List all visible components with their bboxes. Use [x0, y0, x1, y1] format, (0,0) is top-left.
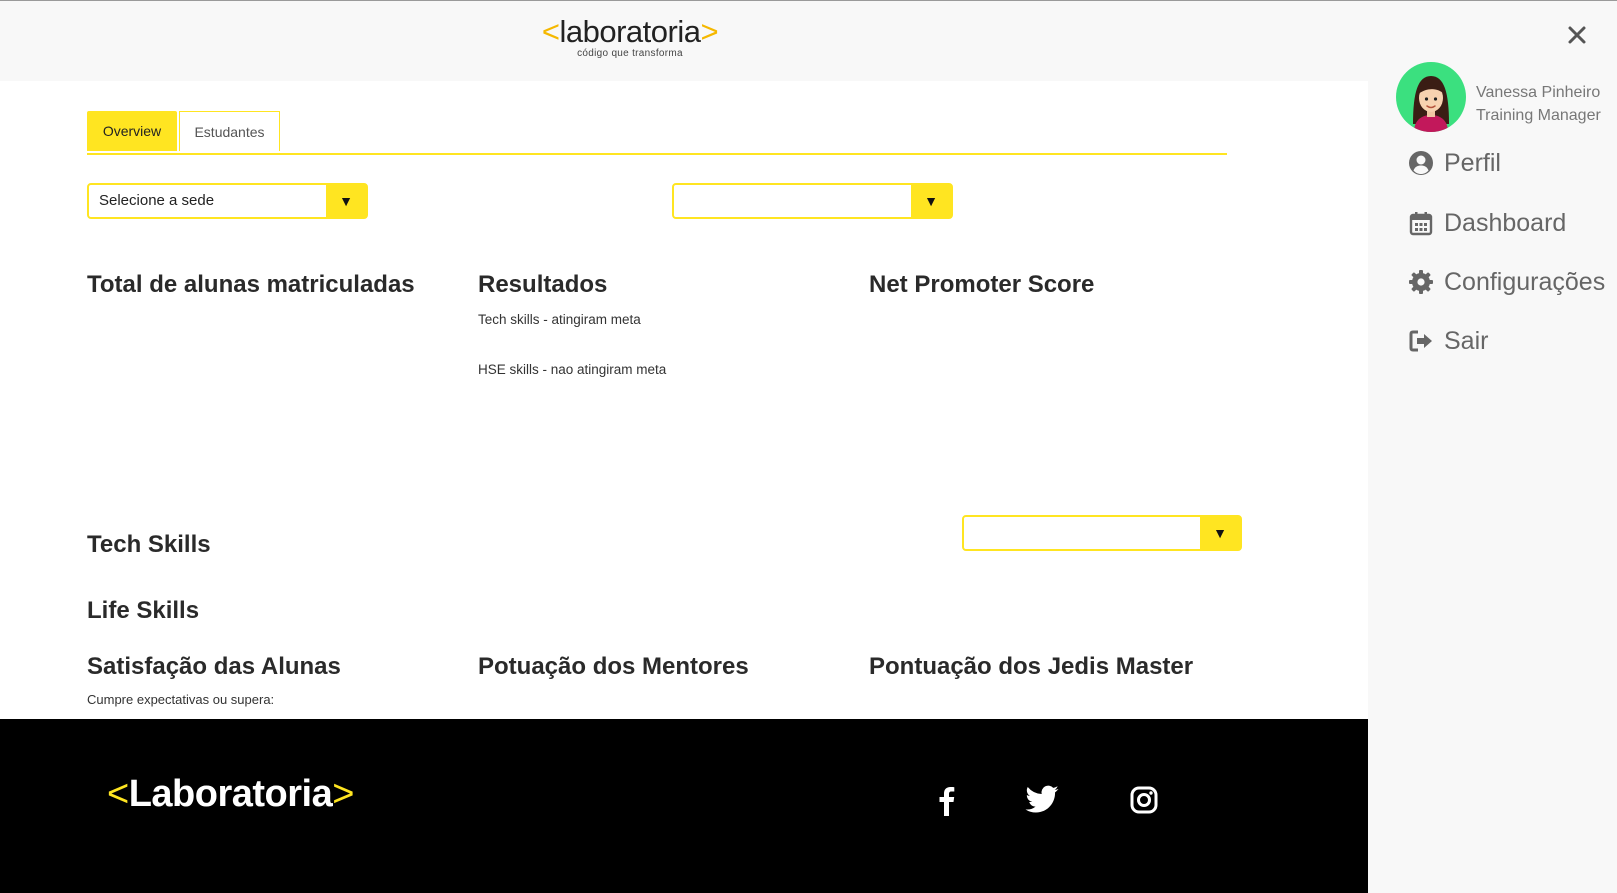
sede-select[interactable]: Selecione a sede ▼: [87, 183, 368, 219]
life-skills-title: Life Skills: [87, 597, 200, 624]
jedis-title: Pontuação dos Jedis Master: [869, 653, 1194, 680]
tab-estudantes[interactable]: Estudantes: [179, 111, 280, 151]
footer-logo[interactable]: <Laboratoria>: [107, 773, 354, 816]
mentores-title: Potuação dos Mentores: [478, 653, 749, 680]
main-content: Overview Estudantes Selecione a sede ▼ ▼…: [0, 81, 1368, 719]
nps-title: Net Promoter Score: [869, 271, 1095, 298]
sprint-select[interactable]: ▼: [962, 515, 1242, 551]
satisfacao-title: Satisfação das Alunas: [87, 653, 341, 680]
twitter-icon[interactable]: [1024, 782, 1060, 818]
menu-item-label: Dashboard: [1444, 209, 1567, 237]
user-name: Vanessa Pinheiro: [1476, 84, 1601, 101]
header-logo[interactable]: <laboratoria> código que transforma: [540, 15, 720, 65]
tab-bar: Overview Estudantes: [87, 111, 1227, 155]
tech-skills-meta-label: Tech skills - atingiram meta: [478, 312, 641, 327]
instagram-icon[interactable]: [1126, 782, 1162, 818]
footer: <Laboratoria>: [0, 719, 1368, 893]
sign-out-icon: [1408, 328, 1434, 354]
user-info: Vanessa Pinheiro Training Manager: [1476, 81, 1601, 127]
user-role: Training Manager: [1476, 107, 1601, 124]
calendar-icon: [1408, 210, 1434, 236]
satisfacao-subtitle: Cumpre expectativas ou supera:: [87, 692, 275, 707]
menu-item-label: Perfil: [1444, 149, 1501, 177]
close-icon[interactable]: [1561, 19, 1593, 51]
sidebar: Vanessa Pinheiro Training Manager Perfil…: [1368, 1, 1617, 893]
tab-overview[interactable]: Overview: [87, 111, 177, 151]
logo-text: laboratoria: [559, 14, 701, 49]
menu-item-label: Sair: [1444, 327, 1489, 355]
footer-logo-text: Laboratoria: [128, 773, 333, 815]
avatar[interactable]: [1396, 62, 1466, 132]
header: <laboratoria> código que transforma: [0, 1, 1368, 81]
total-alunas-title: Total de alunas matriculadas: [87, 271, 415, 298]
dropdown-arrow-icon[interactable]: ▼: [1200, 515, 1240, 551]
dropdown-arrow-icon[interactable]: ▼: [326, 183, 366, 219]
gear-icon: [1408, 269, 1434, 295]
hse-skills-meta-label: HSE skills - nao atingiram meta: [478, 362, 667, 377]
resultados-title: Resultados: [478, 271, 608, 298]
facebook-icon[interactable]: [929, 782, 965, 818]
generation-select[interactable]: ▼: [672, 183, 953, 219]
sede-select-value: Selecione a sede: [99, 192, 215, 209]
logo-tagline: código que transforma: [577, 48, 683, 59]
dropdown-arrow-icon[interactable]: ▼: [911, 183, 951, 219]
tech-skills-title: Tech Skills: [87, 531, 211, 558]
user-circle-icon: [1408, 150, 1434, 176]
menu-item-label: Configurações: [1444, 268, 1606, 296]
